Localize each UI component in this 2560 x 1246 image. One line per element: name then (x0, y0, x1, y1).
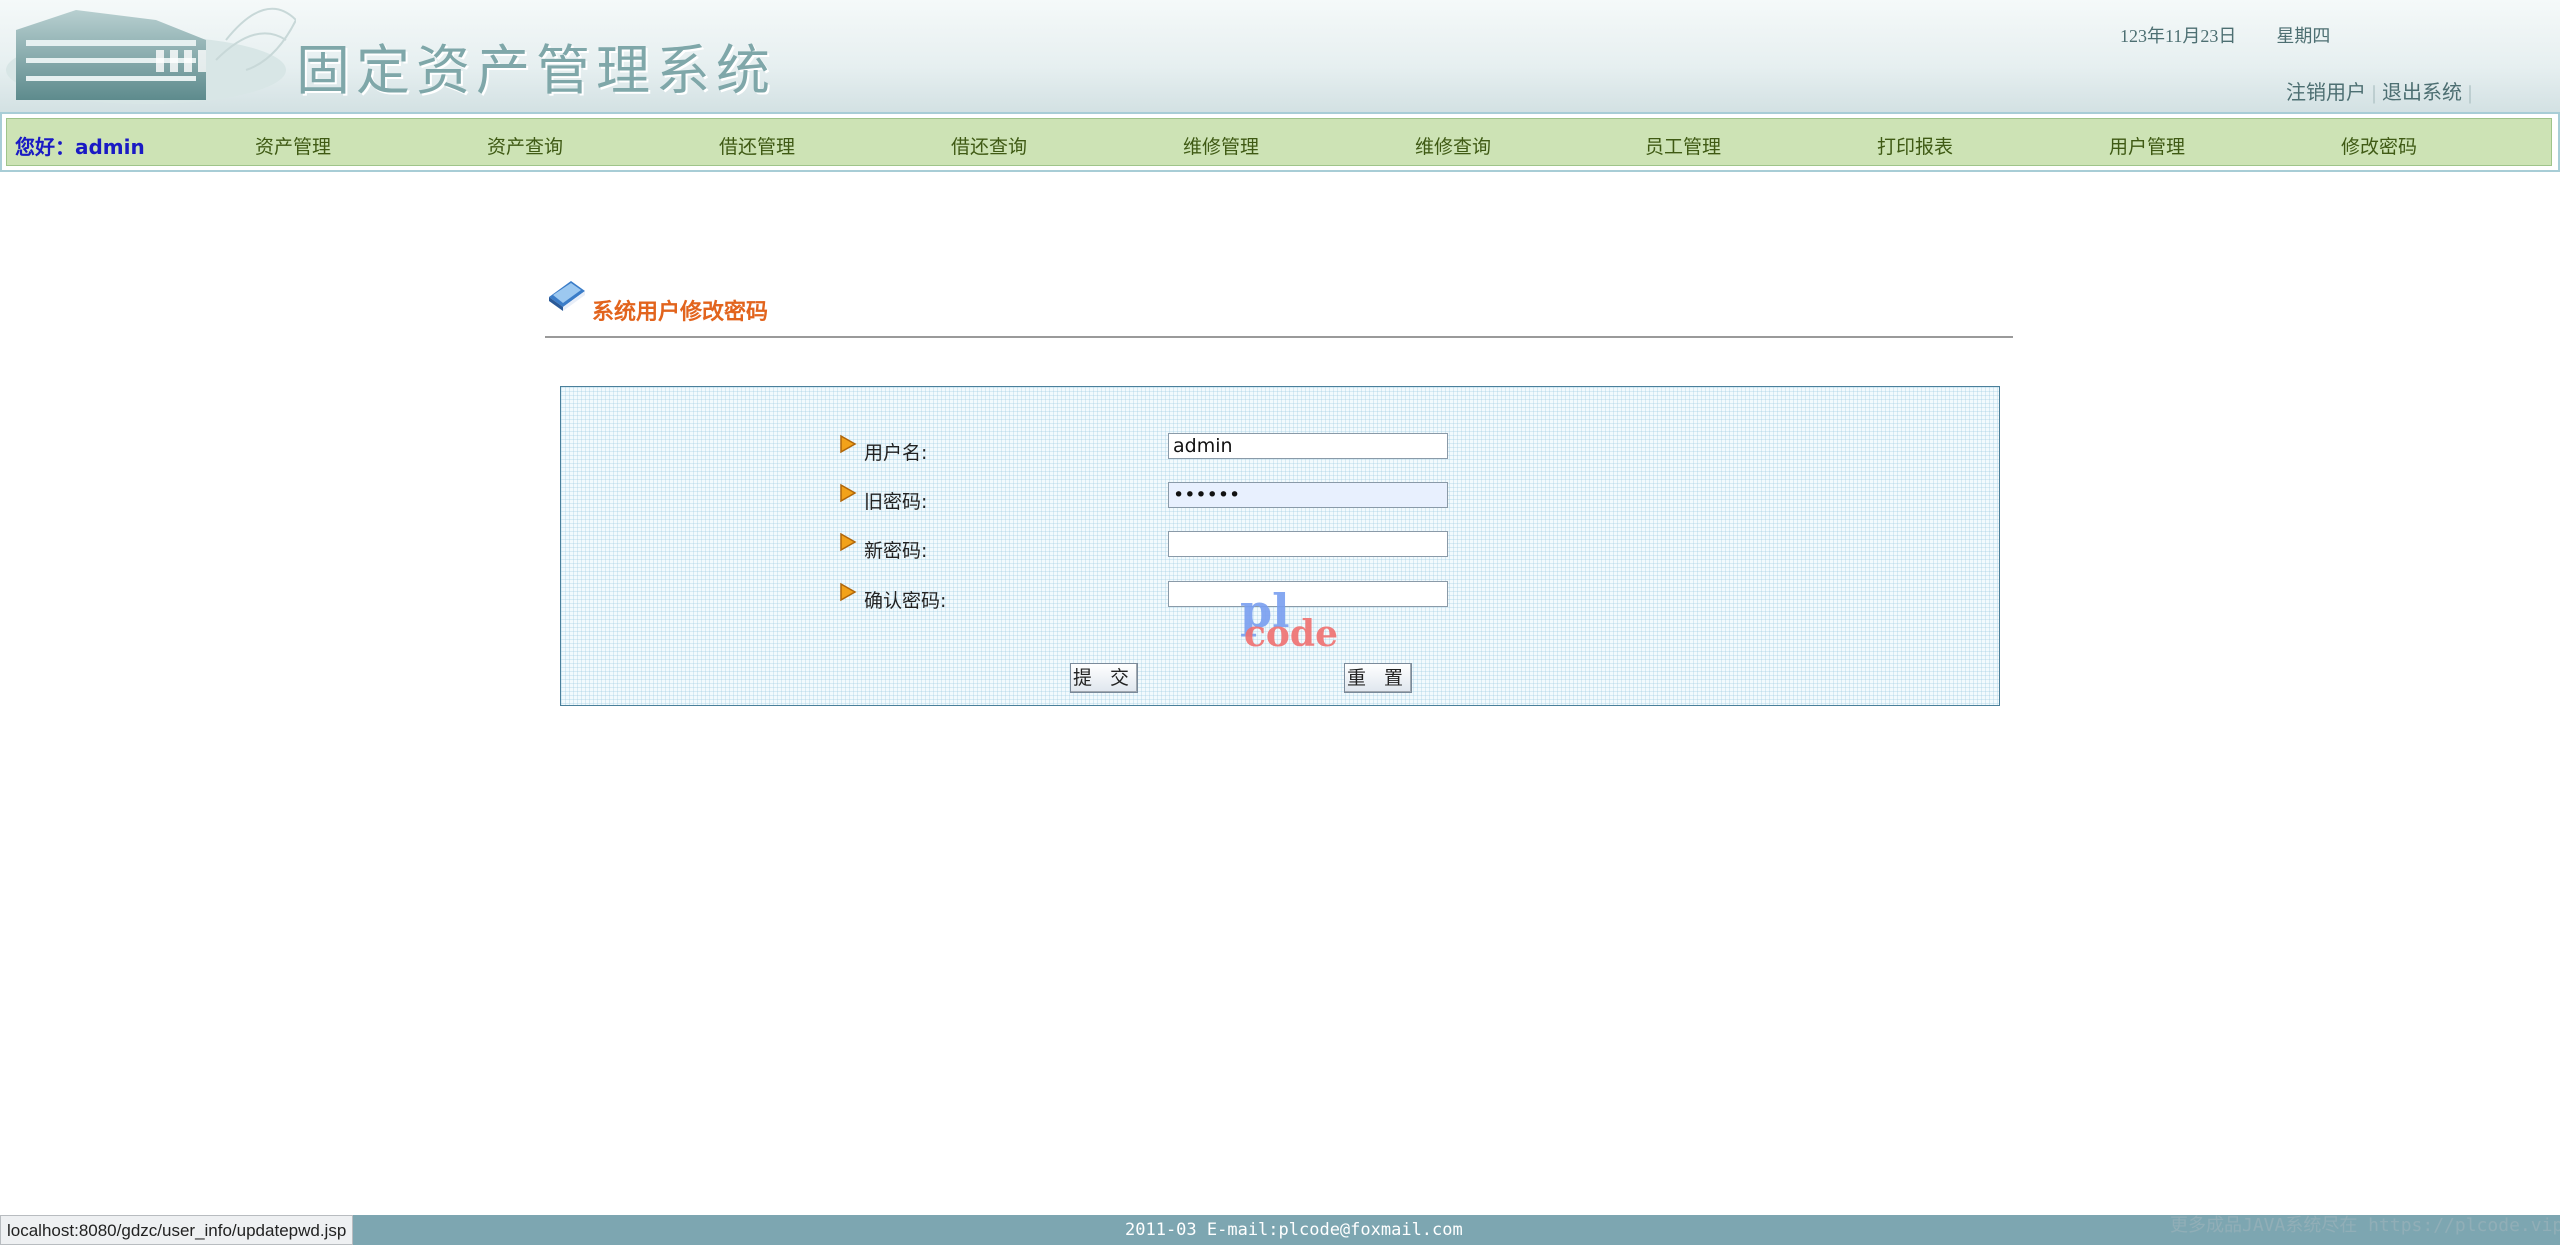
current-date: 123年11月23日 (2120, 26, 2237, 46)
nav-change-password[interactable]: 修改密码 (2341, 132, 2417, 159)
app-title: 固定资产管理系统 (296, 39, 776, 102)
section-divider (545, 336, 2013, 338)
footer-watermark-text: 更多成品JAVA系统尽在 https://plcode.vip (2170, 1215, 2560, 1236)
building-logo-image (6, 7, 296, 104)
nav-asset-query[interactable]: 资产查询 (487, 132, 563, 159)
main-nav-frame: 您好：admin 资产管理 资产查询 借还管理 借还查询 维修管理 维修查询 员… (0, 112, 2560, 172)
watermark-logo-code: code (1244, 613, 1339, 655)
nav-borrow-management[interactable]: 借还管理 (719, 132, 795, 159)
browser-status-url: localhost:8080/gdzc/user_info/updatepwd.… (0, 1215, 354, 1245)
nav-user-management[interactable]: 用户管理 (2109, 132, 2185, 159)
main-nav-bar: 您好：admin 资产管理 资产查询 借还管理 借还查询 维修管理 维修查询 员… (6, 118, 2552, 166)
nav-print-report[interactable]: 打印报表 (1877, 132, 1953, 159)
nav-repair-management[interactable]: 维修管理 (1183, 132, 1259, 159)
username-field[interactable] (1168, 433, 1448, 459)
submit-button[interactable]: 提 交 (1070, 663, 1138, 693)
link-separator: | (2468, 82, 2473, 104)
nav-repair-query[interactable]: 维修查询 (1415, 132, 1491, 159)
nav-borrow-query[interactable]: 借还查询 (951, 132, 1027, 159)
section-title: 系统用户修改密码 (592, 300, 769, 325)
exit-system-link[interactable]: 退出系统 (2382, 82, 2462, 104)
new-password-field[interactable] (1168, 531, 1448, 557)
header-banner: 固定资产管理系统 123年11月23日 星期四 注销用户 | 退出系统 | (0, 0, 2560, 112)
old-password-label: 旧密码: (864, 491, 928, 513)
greeting: 您好：admin (15, 135, 145, 159)
nav-asset-management[interactable]: 资产管理 (255, 132, 331, 159)
book-icon (549, 281, 585, 311)
confirm-password-label: 确认密码: (864, 590, 947, 612)
arrow-bullet-icon (840, 582, 857, 602)
old-password-field[interactable] (1168, 482, 1448, 508)
confirm-password-field[interactable] (1168, 581, 1448, 607)
arrow-bullet-icon (840, 532, 857, 552)
footer-bar: 2011-03 E-mail:plcode@foxmail.com 更多成品JA… (0, 1215, 2560, 1245)
current-weekday: 星期四 (2276, 26, 2331, 46)
date-display: 123年11月23日 星期四 (2120, 22, 2370, 48)
new-password-label: 新密码: (864, 540, 928, 562)
arrow-bullet-icon (840, 483, 857, 503)
top-links: 注销用户 | 退出系统 | (2286, 76, 2478, 105)
username-label: 用户名: (864, 442, 928, 464)
footer-copyright: 2011-03 E-mail:plcode@foxmail.com (1125, 1220, 1463, 1240)
link-separator: | (2372, 82, 2377, 104)
reset-button[interactable]: 重 置 (1344, 663, 1412, 693)
logout-user-link[interactable]: 注销用户 (2286, 82, 2366, 104)
arrow-bullet-icon (840, 434, 857, 454)
nav-staff-management[interactable]: 员工管理 (1645, 132, 1721, 159)
